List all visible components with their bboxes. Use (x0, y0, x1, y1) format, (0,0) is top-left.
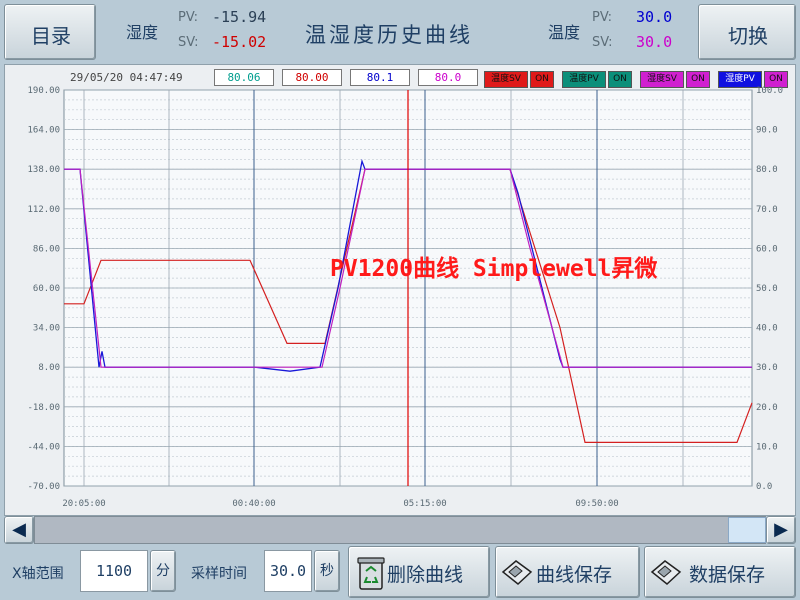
save-curve-label: 曲线保存 (536, 564, 613, 586)
x-tick: 20:05:00 (62, 499, 105, 509)
save-curve-button[interactable]: 曲线保存 (495, 546, 640, 598)
x-tick: 09:50:00 (575, 499, 618, 509)
left-pv-label: PV: (178, 10, 199, 25)
y-tick-left: 34.00 (33, 324, 60, 334)
y-tick-right: 80.0 (756, 165, 778, 175)
y-tick-right: 70.0 (756, 205, 778, 215)
y-tick-right: 10.0 (756, 442, 778, 452)
sample-time-input[interactable]: 30.0 (264, 550, 312, 592)
page-title: 温湿度历史曲线 (305, 23, 473, 47)
menu-button-label: 目录 (31, 24, 71, 48)
y-tick-left: 164.00 (27, 126, 60, 136)
scroll-thumb[interactable] (728, 517, 766, 543)
right-sv-value: 30.0 (636, 33, 673, 51)
temperature-label: 温度 (548, 23, 581, 42)
disk-icon (650, 560, 682, 585)
y-tick-left: -44.00 (27, 442, 60, 452)
y-tick-left: 190.00 (27, 86, 60, 96)
delete-curve-button[interactable]: 删除曲线 (348, 546, 490, 598)
menu-button[interactable]: 目录 (4, 4, 96, 60)
y-tick-right: 60.0 (756, 244, 778, 254)
disk-icon (501, 560, 533, 585)
right-pv-value: 30.0 (636, 8, 673, 26)
scroll-right-button[interactable]: ▶ (766, 516, 796, 544)
y-tick-left: -18.00 (27, 403, 60, 413)
x-tick: 00:40:00 (232, 499, 275, 509)
sample-time-unit: 秒 (314, 550, 340, 592)
y-tick-right: 0.0 (756, 482, 772, 492)
watermark-text: PV1200曲线 Simplewell昇微 (330, 256, 658, 282)
humidity-label: 湿度 (126, 23, 159, 42)
left-sv-value: -15.02 (212, 33, 267, 51)
right-sv-label: SV: (592, 35, 613, 50)
switch-button-label: 切换 (728, 24, 768, 48)
y-tick-right: 40.0 (756, 324, 778, 334)
y-tick-left: 138.00 (27, 165, 60, 175)
y-tick-right: 20.0 (756, 403, 778, 413)
scroll-track[interactable] (34, 516, 766, 544)
y-tick-left: 112.00 (27, 205, 60, 215)
save-data-label: 数据保存 (689, 564, 766, 586)
y-tick-left: 86.00 (33, 244, 60, 254)
chart-plot[interactable]: 190.00 164.00 138.00 112.00 86.00 60.00 34.00 8… (0, 84, 800, 514)
y-tick-right: 50.0 (756, 284, 778, 294)
y-tick-left: 60.00 (33, 284, 60, 294)
scroll-left-icon: ◀ (12, 519, 26, 540)
y-tick-left: 8.00 (38, 363, 60, 373)
timestamp: 29/05/20 04:47:49 (70, 71, 183, 84)
y-tick-right: 90.0 (756, 126, 778, 136)
right-pv-label: PV: (592, 10, 613, 25)
y-tick-left: -70.00 (27, 482, 60, 492)
x-tick: 05:15:00 (403, 499, 446, 509)
scroll-right-icon: ▶ (774, 519, 788, 540)
recycle-bin-icon (357, 557, 385, 590)
switch-button[interactable]: 切换 (698, 4, 796, 60)
scroll-left-button[interactable]: ◀ (4, 516, 34, 544)
delete-curve-label: 删除曲线 (387, 564, 464, 586)
x-range-input[interactable]: 1100 (80, 550, 148, 592)
left-sv-label: SV: (178, 35, 199, 50)
x-range-unit: 分 (150, 550, 176, 592)
y-tick-right: 100.0 (756, 86, 783, 96)
x-range-label: X轴范围 (12, 566, 64, 582)
save-data-button[interactable]: 数据保存 (644, 546, 796, 598)
sample-time-label: 采样时间 (191, 566, 247, 582)
left-pv-value: -15.94 (212, 8, 267, 26)
y-tick-right: 30.0 (756, 363, 778, 373)
